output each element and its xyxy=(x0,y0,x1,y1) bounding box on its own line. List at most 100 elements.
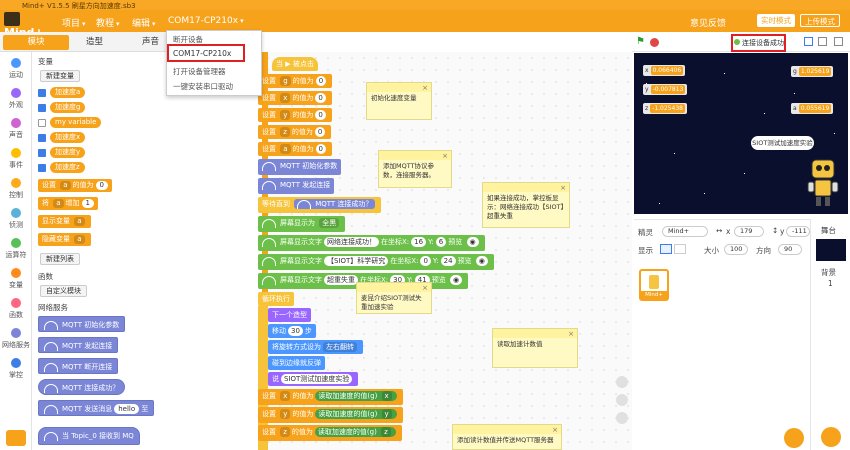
add-sprite-button[interactable] xyxy=(784,428,804,448)
var-dropdown[interactable]: y xyxy=(280,110,291,120)
set-y-read-block[interactable]: 设置 y 的值为 读取加速度的值(g) y xyxy=(258,407,403,423)
checkbox-var-x[interactable] xyxy=(38,134,46,142)
comment-note-3[interactable]: × 如果连接成功，掌控板显示：网络连接成功【SIOT】超重失重 xyxy=(482,182,570,228)
var-dropdown[interactable]: z xyxy=(280,127,290,137)
mqtt-connect-script-block[interactable]: MQTT 发起连接 xyxy=(258,178,335,194)
menu-edit[interactable]: 编辑 ▾ xyxy=(132,16,156,29)
category-operators[interactable]: 运算符 xyxy=(0,238,32,260)
comment-note-4[interactable]: × 麦昆介绍SIOT测试失重加速实验 xyxy=(356,282,432,314)
category-variables[interactable]: 变量 xyxy=(0,268,32,290)
value-input[interactable]: 1 xyxy=(81,199,94,208)
background-thumbnail[interactable] xyxy=(816,239,846,261)
tab-sounds[interactable]: 声音 xyxy=(132,35,169,50)
close-icon[interactable]: × xyxy=(568,330,574,339)
extensions-button[interactable] xyxy=(6,430,26,446)
checkbox-var-g[interactable] xyxy=(38,104,46,112)
robot-sprite[interactable] xyxy=(806,156,840,208)
accel-reporter[interactable]: 读取加速度的值(g) z xyxy=(314,427,396,437)
accel-reporter[interactable]: 读取加速度的值(g) x xyxy=(315,391,397,401)
menu-item-device-manager[interactable]: 打开设备管理器 xyxy=(173,66,226,77)
y-input[interactable]: 24 xyxy=(440,256,456,266)
var-reporter-g[interactable]: 加速度g xyxy=(50,102,86,113)
fullscreen-icon[interactable] xyxy=(834,37,843,46)
size-input[interactable]: 100 xyxy=(724,244,748,255)
mqtt-receive-block[interactable]: 当 Topic_0 接收到 MQ xyxy=(38,427,140,445)
wait-until-block[interactable]: 等待直到 MQTT 连接成功？ xyxy=(258,197,382,213)
checkbox-var-z[interactable] xyxy=(38,164,46,172)
green-flag-icon[interactable]: ⚑ xyxy=(636,37,646,47)
var-dropdown[interactable]: a xyxy=(74,217,85,226)
say-block[interactable]: 说 SIOT测试加速度实验 xyxy=(268,372,359,386)
set-g-block[interactable]: 设置 g 的值为 0 xyxy=(258,74,333,88)
mqtt-send-block[interactable]: MQTT 发送消息 hello 至 xyxy=(38,400,155,416)
category-network[interactable]: 网络服务 xyxy=(0,328,32,350)
set-z-block[interactable]: 设置 z 的值为 0 xyxy=(258,125,332,139)
category-handpy[interactable]: 掌控 xyxy=(0,358,32,380)
rotation-style-block[interactable]: 将旋转方式设为 左右翻转 xyxy=(268,340,363,354)
when-flag-clicked-block[interactable]: 当 ▶ 被点击 xyxy=(272,57,318,71)
set-var-block[interactable]: 设置 a 的值为 0 xyxy=(38,179,112,192)
menu-port[interactable]: COM17-CP210x ▾ xyxy=(168,16,244,26)
x-input[interactable]: 179 xyxy=(734,226,764,237)
value-input[interactable]: 0 xyxy=(315,93,326,103)
y-input[interactable]: -111 xyxy=(786,226,810,237)
eye-icon[interactable]: ◉ xyxy=(466,237,479,247)
set-z-read-block[interactable]: 设置 z 的值为 读取加速度的值(g) z xyxy=(258,425,402,441)
large-stage-icon[interactable] xyxy=(818,37,827,46)
mqtt-connected-reporter[interactable]: MQTT 连接成功？ xyxy=(294,199,376,209)
eye-icon[interactable]: ◉ xyxy=(449,275,463,285)
var-reporter-x[interactable]: 加速度x xyxy=(50,132,86,143)
zoom-out-icon[interactable] xyxy=(616,394,628,406)
show-eye-icon[interactable] xyxy=(660,244,672,254)
var-reporter-my[interactable]: my variable xyxy=(50,117,102,128)
var-dropdown[interactable]: x xyxy=(280,93,291,103)
category-control[interactable]: 控制 xyxy=(0,178,32,200)
forever-loop-block[interactable]: 循环执行 xyxy=(258,292,294,306)
sprite-thumbnail[interactable]: Mind+ xyxy=(639,269,669,301)
value-input[interactable]: 0 xyxy=(315,144,326,154)
tab-modules[interactable]: 模块 xyxy=(3,35,69,50)
mqtt-init-script-block[interactable]: MQTT 初始化参数 xyxy=(258,159,342,175)
script-area[interactable]: 当 ▶ 被点击 设置 g 的值为 0 设置 x 的值为 0 设置 y 的值为 0 设置 z的… xyxy=(258,52,632,450)
close-icon[interactable]: × xyxy=(560,184,566,193)
set-x-read-block[interactable]: 设置 x 的值为 读取加速度的值(g) x xyxy=(258,389,403,405)
var-reporter-y[interactable]: 加速度y xyxy=(50,147,86,158)
mqtt-connect-block[interactable]: MQTT 发起连接 xyxy=(38,337,119,353)
category-events[interactable]: 事件 xyxy=(0,148,32,170)
say-input[interactable]: SIOT测试加速度实验 xyxy=(281,374,353,384)
stop-icon[interactable] xyxy=(650,38,659,47)
comment-note-2[interactable]: × 添加MQTT协议参数，连接服务器。 xyxy=(378,150,452,188)
mqtt-connected-block[interactable]: MQTT 连接成功？ xyxy=(38,379,126,395)
category-motion[interactable]: 运动 xyxy=(0,58,32,80)
accel-reporter[interactable]: 读取加速度的值(g) y xyxy=(315,409,397,419)
category-looks[interactable]: 外观 xyxy=(0,88,32,110)
custom-block-button[interactable]: 自定义模块 xyxy=(40,285,87,297)
menu-project[interactable]: 项目 ▾ xyxy=(62,16,86,29)
change-var-block[interactable]: 将 a 增加 1 xyxy=(38,197,98,210)
var-dropdown[interactable]: a xyxy=(60,181,71,190)
value-input[interactable]: 0 xyxy=(314,127,326,137)
set-a-block[interactable]: 设置 a 的值为 0 xyxy=(258,142,332,156)
var-dropdown[interactable]: x xyxy=(280,391,291,401)
screen-fill-block[interactable]: 屏幕显示为 全黑 xyxy=(258,216,346,232)
rotation-dropdown[interactable]: 左右翻转 xyxy=(323,342,357,352)
y-input[interactable]: 6 xyxy=(435,237,447,247)
close-icon[interactable]: × xyxy=(552,426,558,435)
next-costume-block[interactable]: 下一个造型 xyxy=(268,308,311,322)
var-dropdown[interactable]: a xyxy=(280,144,291,154)
realtime-mode-button[interactable]: 实时模式 xyxy=(757,14,795,27)
show-var-block[interactable]: 显示变量 a xyxy=(38,215,91,228)
set-y-block[interactable]: 设置 y 的值为 0 xyxy=(258,108,332,122)
axis-dropdown[interactable]: x xyxy=(381,391,392,401)
comment-note-5[interactable]: × 读取加速计数值 xyxy=(492,328,578,368)
new-list-button[interactable]: 新建列表 xyxy=(40,253,80,265)
screen-text-block-1[interactable]: 屏幕显示文字 网络连接成功！ 在坐标X: 16 Y: 6 预览 ◉ xyxy=(258,235,485,251)
eye-icon[interactable]: ◉ xyxy=(475,256,488,266)
zoom-in-icon[interactable] xyxy=(616,376,628,388)
close-icon[interactable]: × xyxy=(442,152,448,161)
set-x-block[interactable]: 设置 x 的值为 0 xyxy=(258,91,332,105)
category-functions[interactable]: 函数 xyxy=(0,298,32,320)
hide-eye-icon[interactable] xyxy=(674,244,686,254)
direction-input[interactable]: 90 xyxy=(778,244,802,255)
zoom-reset-icon[interactable] xyxy=(616,412,628,424)
